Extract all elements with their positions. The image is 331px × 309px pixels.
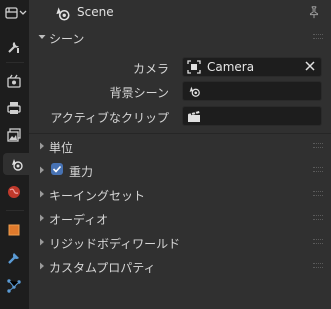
properties-tab-bar <box>0 0 30 309</box>
tab-tool[interactable] <box>3 36 25 58</box>
tab-particles[interactable] <box>3 275 25 297</box>
tab-modifiers[interactable] <box>3 247 25 269</box>
panel-gravity-header[interactable]: 重力 <box>29 159 331 181</box>
background-scene-label: 背景シーン <box>109 86 169 100</box>
chevron-right-icon <box>40 166 44 174</box>
background-scene-field[interactable] <box>182 81 322 101</box>
drag-handle[interactable] <box>313 191 323 197</box>
editor-type-icon <box>5 7 27 19</box>
chevron-right-icon <box>40 262 44 270</box>
editor-type-button[interactable] <box>3 3 29 23</box>
tab-scene[interactable] <box>3 153 29 175</box>
properties-header: Scene <box>29 0 331 25</box>
drag-handle[interactable] <box>313 215 323 221</box>
drag-handle[interactable] <box>313 263 323 269</box>
gravity-checkbox[interactable] <box>51 163 63 175</box>
page-title: Scene <box>77 5 114 19</box>
tool-icon <box>8 42 19 53</box>
pin-icon[interactable] <box>307 5 321 19</box>
camera-label: カメラ <box>132 62 169 76</box>
modifier-icon <box>8 253 19 264</box>
output-icon <box>7 102 21 114</box>
panel-keying-sets-header[interactable]: キーイングセット <box>29 183 331 205</box>
panel-custom-properties-label: カスタムプロパティ <box>49 261 156 275</box>
tab-render[interactable] <box>3 70 25 92</box>
chevron-right-icon <box>40 214 44 222</box>
properties-content: シーン カメラ Camera 背景シーン アクティブなクリップ 単位 重力 キー… <box>29 25 331 309</box>
panel-units-header[interactable]: 単位 <box>29 135 331 157</box>
chevron-down-icon <box>38 35 46 39</box>
panel-keying-sets-label: キーイングセット <box>49 189 146 203</box>
scene-icon <box>189 86 200 97</box>
camera-icon <box>187 60 201 74</box>
chevron-right-icon <box>40 238 44 246</box>
chevron-right-icon <box>40 190 44 198</box>
panel-gravity-label: 重力 <box>69 165 94 179</box>
tab-world[interactable] <box>3 181 25 203</box>
checkmark-icon <box>52 165 62 173</box>
tab-view-layer[interactable] <box>3 124 25 146</box>
object-icon <box>8 224 20 236</box>
panel-units-label: 単位 <box>49 141 74 155</box>
movie-clip-icon <box>188 111 200 122</box>
tab-output[interactable] <box>3 97 25 119</box>
panel-audio-label: オーディオ <box>49 213 109 227</box>
camera-field[interactable]: Camera <box>182 57 322 77</box>
camera-value: Camera <box>207 60 255 74</box>
panel-rigid-body-world-label: リジッドボディワールド <box>49 237 181 251</box>
panel-rigid-body-world-header[interactable]: リジッドボディワールド <box>29 231 331 253</box>
view-layer-icon <box>7 128 21 142</box>
panel-scene-header[interactable]: シーン <box>29 26 331 48</box>
particles-icon <box>7 279 21 293</box>
panel-custom-properties-header[interactable]: カスタムプロパティ <box>29 255 331 277</box>
scene-tab-icon <box>12 159 23 171</box>
drag-handle[interactable] <box>313 167 323 173</box>
drag-handle[interactable] <box>313 34 323 40</box>
clear-icon[interactable] <box>304 60 316 72</box>
panel-scene-label: シーン <box>49 32 85 46</box>
render-icon <box>7 74 21 88</box>
drag-handle[interactable] <box>313 143 323 149</box>
scene-icon <box>56 7 70 21</box>
tab-object[interactable] <box>3 219 25 241</box>
panel-audio-header[interactable]: オーディオ <box>29 207 331 229</box>
drag-handle[interactable] <box>313 239 323 245</box>
world-icon <box>8 186 20 198</box>
active-clip-field[interactable] <box>182 106 322 126</box>
chevron-right-icon <box>40 142 44 150</box>
active-clip-label: アクティブなクリップ <box>50 111 169 125</box>
